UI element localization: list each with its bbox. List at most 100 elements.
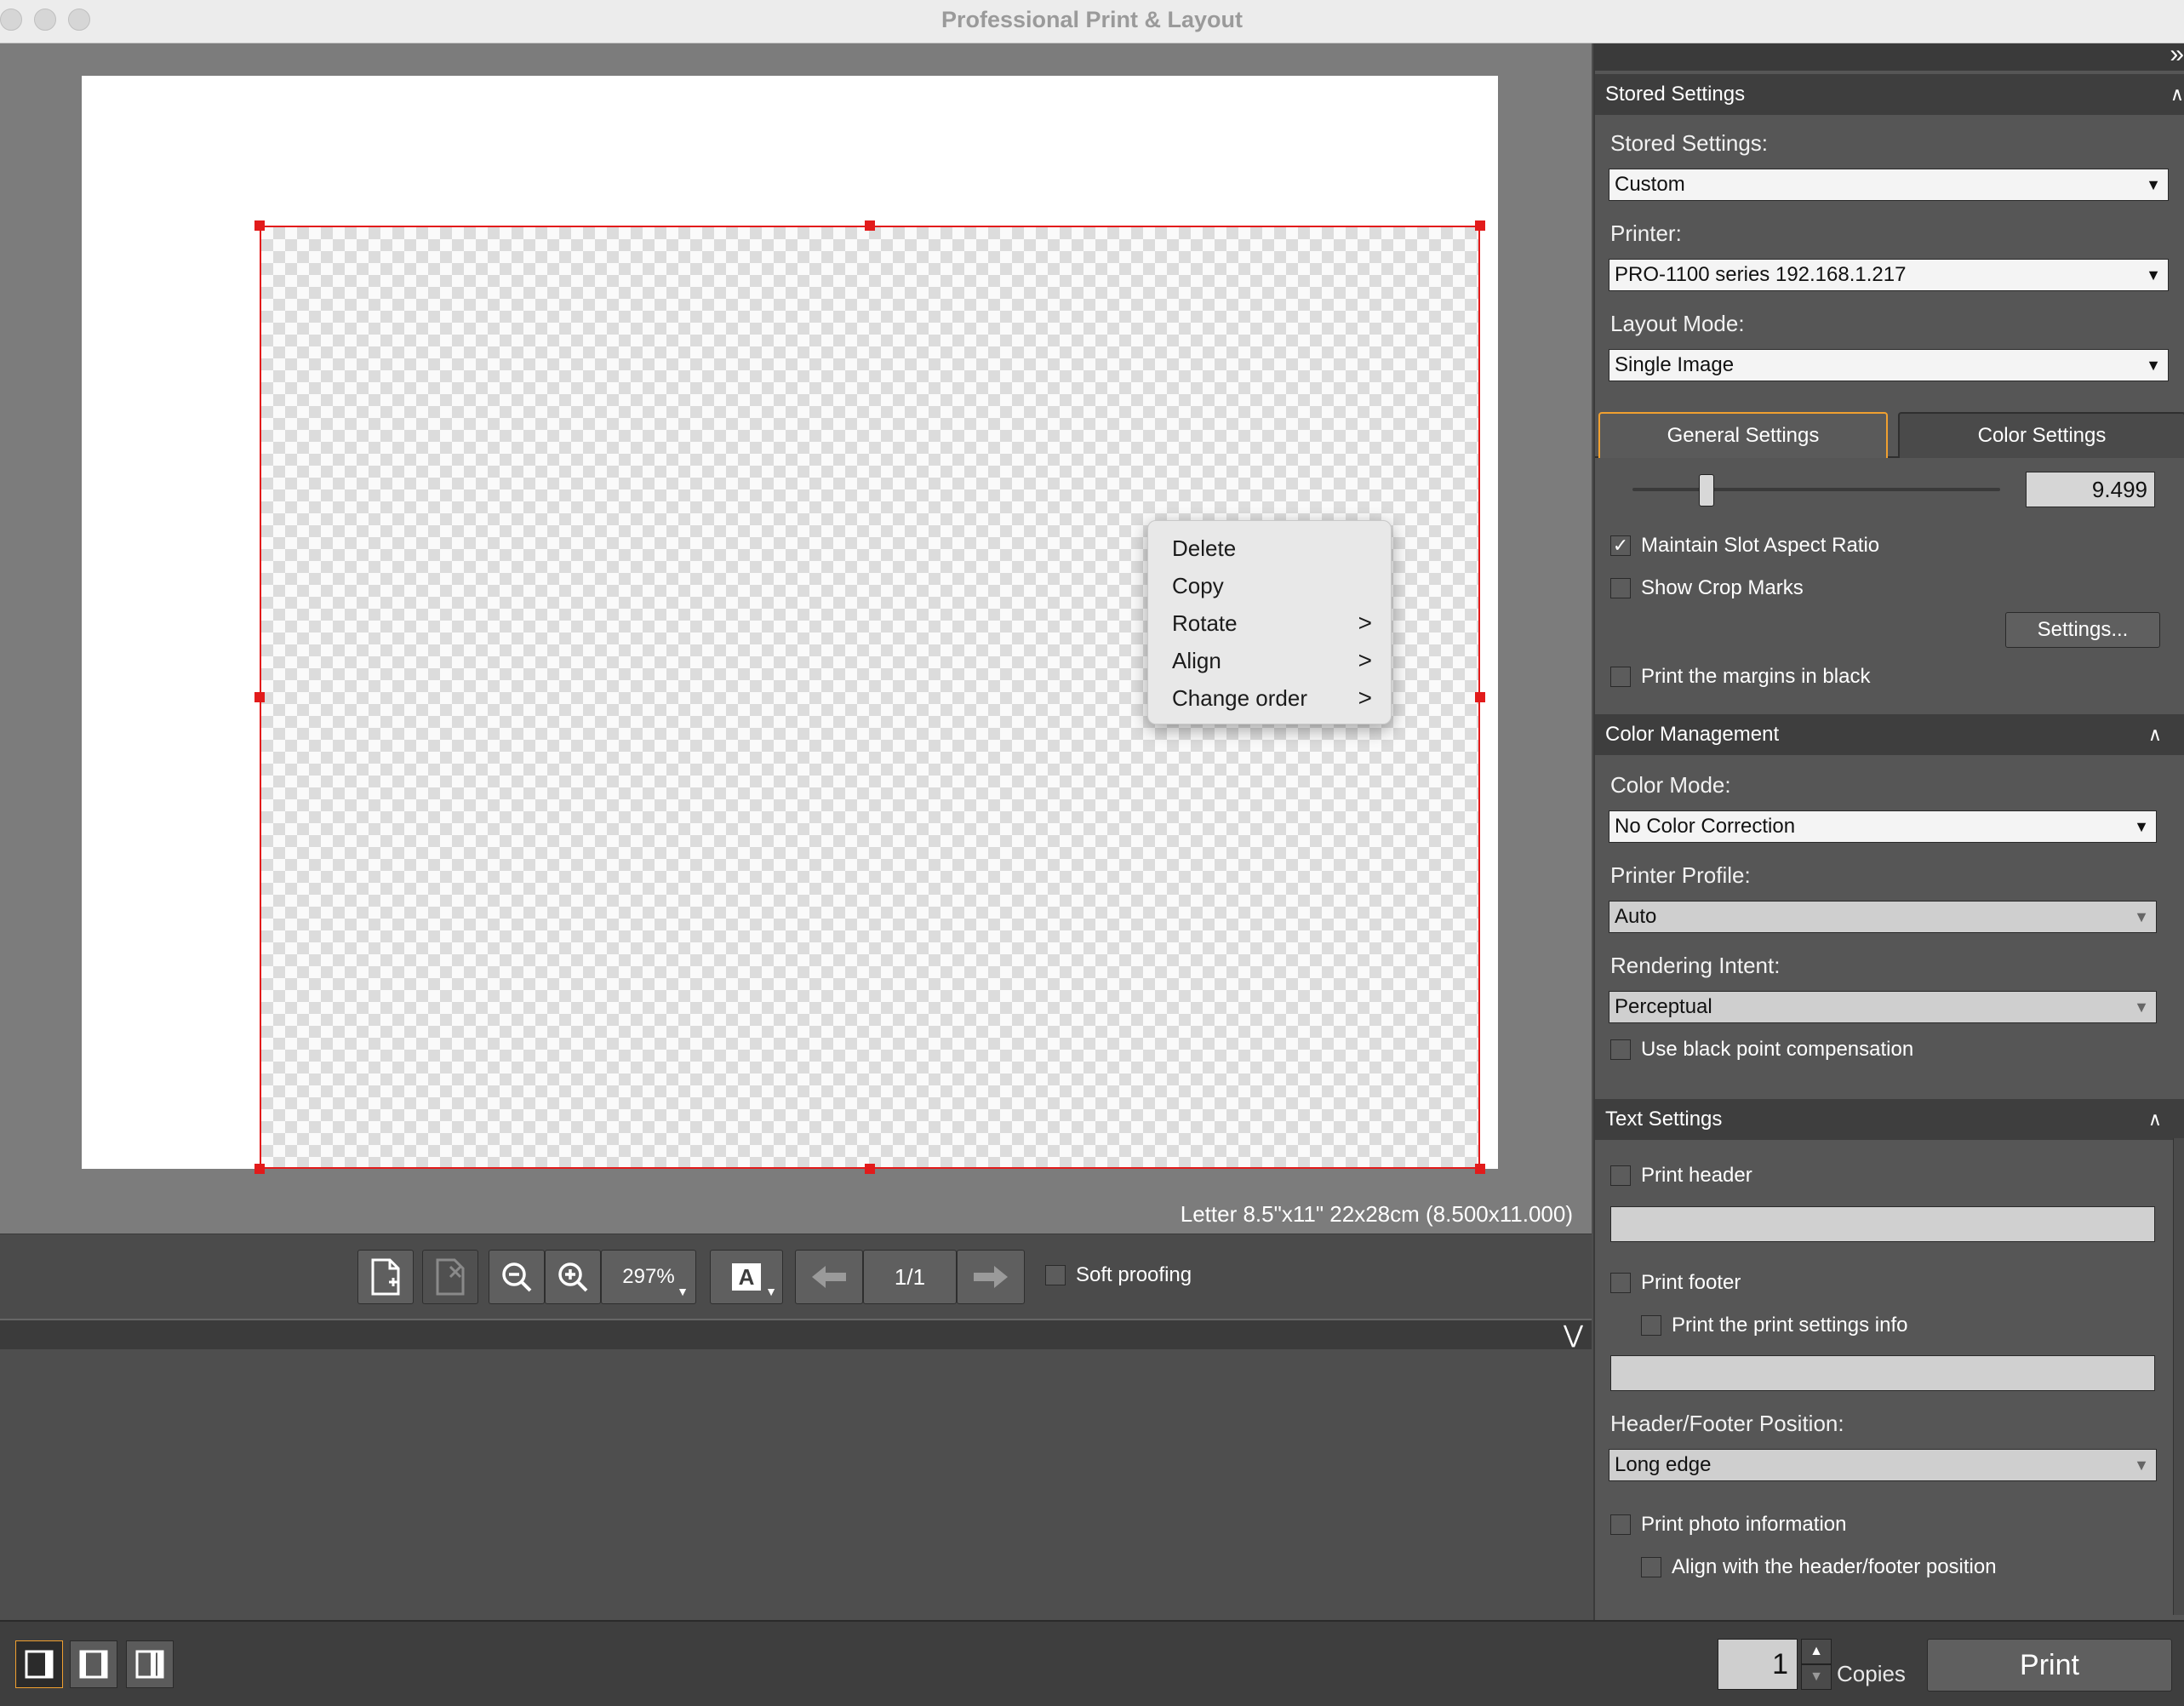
tab-general-settings[interactable]: General Settings xyxy=(1598,412,1888,458)
view-mode-split-button[interactable] xyxy=(70,1640,117,1688)
zoom-in-icon xyxy=(558,1262,588,1292)
checkbox-label: Print the print settings info xyxy=(1672,1314,1908,1337)
add-page-icon xyxy=(371,1258,400,1296)
stored-settings-select[interactable]: Custom ▼ xyxy=(1609,169,2169,201)
panel-view-icon xyxy=(135,1650,164,1679)
add-page-button[interactable] xyxy=(357,1250,414,1304)
copies-decrement-button[interactable]: ▼ xyxy=(1801,1664,1832,1690)
select-value: Single Image xyxy=(1615,353,1735,376)
arrow-left-icon xyxy=(812,1266,846,1288)
next-page-button[interactable] xyxy=(957,1250,1025,1304)
section-title: Color Management xyxy=(1605,723,1780,746)
resize-handle-bottom[interactable] xyxy=(865,1164,875,1174)
printer-profile-select[interactable]: Auto ▼ xyxy=(1609,901,2157,933)
print-photo-information-checkbox[interactable]: Print photo information xyxy=(1610,1513,1846,1537)
delete-page-button[interactable] xyxy=(422,1250,478,1304)
crop-marks-settings-button[interactable]: Settings... xyxy=(2005,612,2160,648)
triangle-down-icon: ▼ xyxy=(1810,1669,1823,1684)
section-title: Text Settings xyxy=(1605,1108,1723,1131)
tab-label: General Settings xyxy=(1667,424,1820,447)
context-menu-item-change-order[interactable]: Change order > xyxy=(1172,681,1372,715)
checkbox-label: Print the margins in black xyxy=(1641,665,1871,688)
checkbox-label: Align with the header/footer position xyxy=(1672,1555,1997,1578)
checkbox-label: Maintain Slot Aspect Ratio xyxy=(1641,534,1880,557)
show-crop-marks-checkbox[interactable]: Show Crop Marks xyxy=(1610,576,1804,600)
header-footer-position-select[interactable]: Long edge ▼ xyxy=(1609,1449,2157,1481)
resize-handle-bottom-right[interactable] xyxy=(1475,1164,1485,1174)
checkbox-box xyxy=(1610,1273,1631,1293)
single-view-icon xyxy=(25,1650,54,1679)
collapse-panel-icon[interactable]: » xyxy=(2170,40,2184,69)
print-margins-black-checkbox[interactable]: Print the margins in black xyxy=(1610,665,1870,689)
zoom-out-icon xyxy=(502,1262,532,1292)
previous-page-button[interactable] xyxy=(795,1250,863,1304)
checkbox-box xyxy=(1610,667,1631,687)
size-value-field[interactable]: 9.499 xyxy=(2026,472,2155,507)
checkbox-box xyxy=(1045,1265,1066,1285)
context-menu-item-delete[interactable]: Delete xyxy=(1172,531,1372,565)
text-settings-header[interactable]: Text Settings ∧ xyxy=(1595,1099,2184,1140)
rendering-intent-select[interactable]: Perceptual ▼ xyxy=(1609,991,2157,1023)
dropdown-triangle-icon: ▼ xyxy=(2134,908,2149,925)
view-mode-single-button[interactable] xyxy=(15,1640,63,1688)
resize-handle-left[interactable] xyxy=(254,692,265,702)
soft-proofing-checkbox[interactable]: Soft proofing xyxy=(1045,1263,1192,1287)
checkbox-label: Print footer xyxy=(1641,1271,1741,1294)
printer-select[interactable]: PRO-1100 series 192.168.1.217 ▼ xyxy=(1609,259,2169,291)
checkbox-label: Print header xyxy=(1641,1164,1752,1187)
rendering-intent-label: Rendering Intent: xyxy=(1610,953,1781,978)
copies-input[interactable]: 1 xyxy=(1718,1639,1798,1690)
resize-handle-bottom-left[interactable] xyxy=(254,1164,265,1174)
context-menu-item-copy[interactable]: Copy xyxy=(1172,569,1372,603)
resize-handle-right[interactable] xyxy=(1475,692,1485,702)
print-header-checkbox[interactable]: Print header xyxy=(1610,1164,1752,1188)
context-menu-label: Copy xyxy=(1172,573,1224,598)
soft-proofing-label: Soft proofing xyxy=(1076,1263,1192,1286)
view-mode-panel-button[interactable] xyxy=(126,1640,174,1688)
resize-handle-top-right[interactable] xyxy=(1475,220,1485,231)
expand-panel-icon[interactable]: ⋁ xyxy=(1564,1320,1583,1349)
checkbox-box xyxy=(1610,1039,1631,1060)
context-menu-item-rotate[interactable]: Rotate > xyxy=(1172,606,1372,640)
chevron-right-icon: > xyxy=(1358,684,1372,711)
app-window: Professional Print & Layout Letter 8.5"x… xyxy=(0,0,2184,1706)
color-mode-select[interactable]: No Color Correction ▼ xyxy=(1609,810,2157,843)
tab-color-settings[interactable]: Color Settings xyxy=(1898,412,2184,458)
maintain-aspect-ratio-checkbox[interactable]: ✓ Maintain Slot Aspect Ratio xyxy=(1610,534,1879,558)
zoom-in-button[interactable] xyxy=(545,1250,601,1304)
printer-label: Printer: xyxy=(1610,220,1682,246)
print-footer-checkbox[interactable]: Print footer xyxy=(1610,1271,1741,1295)
print-button[interactable]: Print xyxy=(1927,1639,2172,1692)
print-settings-info-checkbox[interactable]: Print the print settings info xyxy=(1641,1314,1907,1337)
context-menu-label: Change order xyxy=(1172,685,1307,711)
context-menu-label: Align xyxy=(1172,648,1221,673)
black-point-compensation-checkbox[interactable]: Use black point compensation xyxy=(1610,1038,1913,1062)
chevron-right-icon: > xyxy=(1358,647,1372,673)
dropdown-triangle-icon: ▼ xyxy=(765,1285,777,1298)
zoom-level-select[interactable]: 297% ▼ xyxy=(601,1250,696,1304)
context-menu-item-align[interactable]: Align > xyxy=(1172,644,1372,678)
resize-handle-top-left[interactable] xyxy=(254,220,265,231)
title-bar: Professional Print & Layout xyxy=(0,0,2184,43)
zoom-level-value: 297% xyxy=(622,1265,675,1288)
header-text-input[interactable] xyxy=(1610,1206,2155,1242)
select-value: Custom xyxy=(1615,173,1685,196)
panel-scrollbar[interactable] xyxy=(2173,1138,2184,1615)
size-slider-track[interactable] xyxy=(1632,488,2000,491)
footer-text-input[interactable] xyxy=(1610,1355,2155,1391)
dropdown-triangle-icon: ▼ xyxy=(2146,176,2161,193)
size-slider-thumb[interactable] xyxy=(1699,474,1715,507)
layout-mode-label: Layout Mode: xyxy=(1610,311,1745,336)
zoom-out-button[interactable] xyxy=(489,1250,545,1304)
dropdown-triangle-icon: ▼ xyxy=(677,1285,689,1298)
button-label: Settings... xyxy=(2037,618,2129,641)
copies-increment-button[interactable]: ▲ xyxy=(1801,1639,1832,1664)
text-tool-button[interactable]: A ▼ xyxy=(710,1250,783,1304)
stored-settings-header[interactable]: Stored Settings ∧ xyxy=(1595,74,2184,115)
resize-handle-top[interactable] xyxy=(865,220,875,231)
checkbox-box xyxy=(1641,1315,1661,1336)
layout-mode-select[interactable]: Single Image ▼ xyxy=(1609,349,2169,381)
chevron-right-icon: > xyxy=(1358,610,1372,636)
color-management-header[interactable]: Color Management ∧ xyxy=(1595,714,2184,755)
align-header-footer-checkbox[interactable]: Align with the header/footer position xyxy=(1641,1555,1997,1579)
